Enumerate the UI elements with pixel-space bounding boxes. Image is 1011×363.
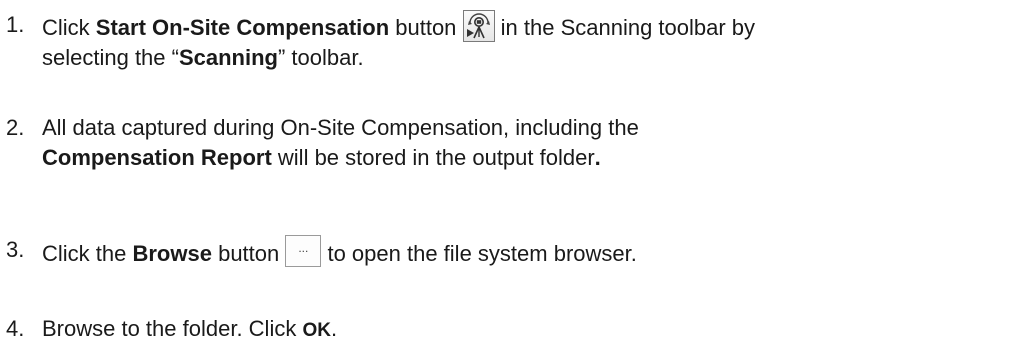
ok-label: OK <box>302 320 331 341</box>
step-text: Click the Browse button ... to open the … <box>42 235 992 269</box>
step-number: 2. <box>6 115 25 140</box>
step-number: 4. <box>6 316 25 341</box>
compensation-report-label: Compensation Report <box>42 145 272 170</box>
step-number: 1. <box>6 12 25 37</box>
step-text: Click Start On-Site Compensation button <box>42 10 992 73</box>
scanning-toolbar-label: Scanning <box>178 45 278 70</box>
ellipsis-icon: ... <box>298 241 309 255</box>
step-1: 1. Click Start On-Site Compensation butt… <box>0 10 992 73</box>
start-on-site-compensation-label: Start On-Site Compensation <box>95 15 390 40</box>
step-4: 4. Browse to the folder. Click OK. <box>0 314 992 346</box>
browse-button-icon: ... <box>285 235 322 267</box>
browse-label: Browse <box>132 241 212 266</box>
step-number: 3. <box>6 237 25 262</box>
step-2: 2. All data captured during On-Site Comp… <box>0 113 992 173</box>
scanner-compensation-icon <box>462 10 495 42</box>
step-text: All data captured during On-Site Compens… <box>42 115 639 170</box>
step-text: Browse to the folder. Click OK. <box>42 316 338 341</box>
step-3: 3. Click the Browse button ... to open t… <box>0 235 992 269</box>
